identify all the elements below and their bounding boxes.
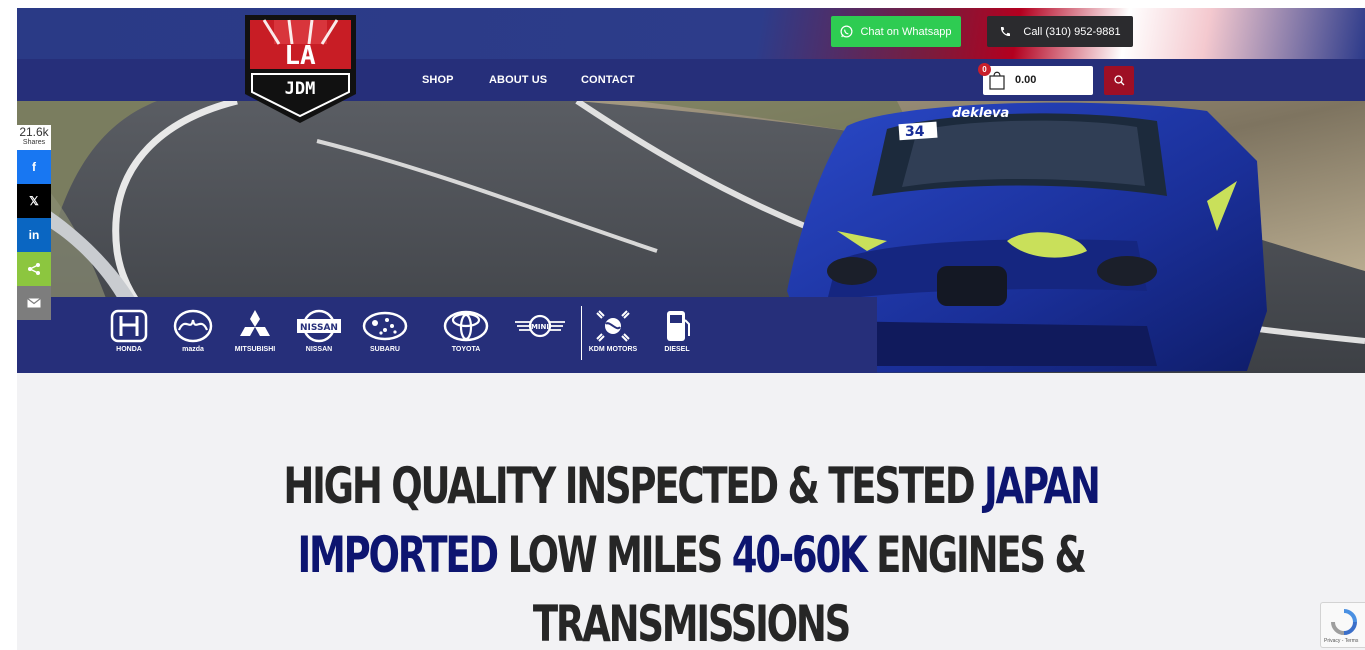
cart-count-badge: 0 <box>978 63 991 76</box>
mitsubishi-logo-icon <box>240 310 270 336</box>
top-bar: Chat on Whatsapp Call (310) 952-9881 <box>17 8 1365 59</box>
brand-honda[interactable]: HONDA <box>99 308 159 353</box>
call-label: Call (310) 952-9881 <box>1023 25 1121 38</box>
share-facebook-button[interactable]: f <box>17 150 51 184</box>
share-count: 21.6k Shares <box>17 125 51 150</box>
whatsapp-label: Chat on Whatsapp <box>860 25 952 38</box>
share-email-button[interactable] <box>17 286 51 320</box>
subaru-logo-icon <box>362 311 408 341</box>
linkedin-icon: in <box>28 228 40 242</box>
share-linkedin-button[interactable]: in <box>17 218 51 252</box>
nav-about-us[interactable]: ABOUT US <box>489 74 547 86</box>
nav-bar <box>17 59 1365 101</box>
share-x-button[interactable]: 𝕏 <box>17 184 51 218</box>
svg-text:34: 34 <box>905 124 925 140</box>
facebook-icon: f <box>32 160 36 174</box>
svg-text:JDM: JDM <box>285 79 316 99</box>
brand-kdm-motors[interactable]: KDM MOTORS <box>583 308 643 353</box>
honda-logo-icon <box>110 309 148 343</box>
whatsapp-icon <box>840 25 853 38</box>
brand-mitsubishi[interactable]: MITSUBISHI <box>225 308 285 353</box>
kdm-logo-icon <box>596 310 630 342</box>
recaptcha-badge[interactable]: Privacy - Terms <box>1320 602 1365 648</box>
search-icon <box>1113 75 1124 86</box>
mazda-logo-icon <box>173 309 213 343</box>
main-headline: HIGH QUALITY INSPECTED & TESTED JAPAN IM… <box>17 452 1365 650</box>
nav-shop[interactable]: SHOP <box>422 74 454 86</box>
brand-mazda[interactable]: mazda <box>163 308 223 353</box>
share-sharethis-button[interactable] <box>17 252 51 286</box>
svg-text:LA: LA <box>284 41 316 71</box>
svg-text:MINI: MINI <box>531 323 549 331</box>
whatsapp-chat-button[interactable]: Chat on Whatsapp <box>831 16 961 47</box>
x-icon: 𝕏 <box>29 194 39 208</box>
brand-subaru[interactable]: SUBARU <box>355 308 415 353</box>
site-logo[interactable]: LA JDM <box>244 14 357 124</box>
call-button[interactable]: Call (310) 952-9881 <box>987 16 1133 47</box>
nav-contact[interactable]: CONTACT <box>581 74 635 86</box>
svg-text:NISSAN: NISSAN <box>300 323 338 333</box>
brand-toyota[interactable]: TOYOTA <box>436 308 496 353</box>
la-jdm-logo-icon: LA JDM <box>245 15 356 123</box>
headline-line-3: TRANSMISSIONS <box>532 595 851 650</box>
email-icon <box>27 298 41 308</box>
brand-mini[interactable]: MINI <box>510 308 570 346</box>
recaptcha-icon <box>1331 609 1357 635</box>
shopping-bag-icon <box>989 71 1005 90</box>
cart-widget[interactable]: 0 0.00 <box>978 63 1093 95</box>
mini-logo-icon: MINI <box>515 314 565 338</box>
brand-diesel[interactable]: DIESEL <box>647 308 707 353</box>
fuel-pump-icon <box>667 311 690 341</box>
headline-line-2: IMPORTED LOW MILES 40-60K ENGINES & <box>297 526 1086 584</box>
toyota-logo-icon <box>443 310 489 342</box>
svg-text:dekleva: dekleva <box>952 106 1009 121</box>
sharethis-icon <box>28 263 40 275</box>
brand-divider <box>581 306 582 360</box>
social-share-bar: 21.6k Shares f 𝕏 in <box>17 125 51 320</box>
brand-nissan[interactable]: NISSAN NISSAN <box>289 308 349 353</box>
nissan-logo-icon: NISSAN <box>297 309 341 343</box>
search-button[interactable] <box>1104 66 1134 95</box>
phone-icon <box>1001 26 1011 36</box>
headline-line-1: HIGH QUALITY INSPECTED & TESTED JAPAN <box>283 457 1100 515</box>
cart-amount: 0.00 <box>1015 74 1037 86</box>
